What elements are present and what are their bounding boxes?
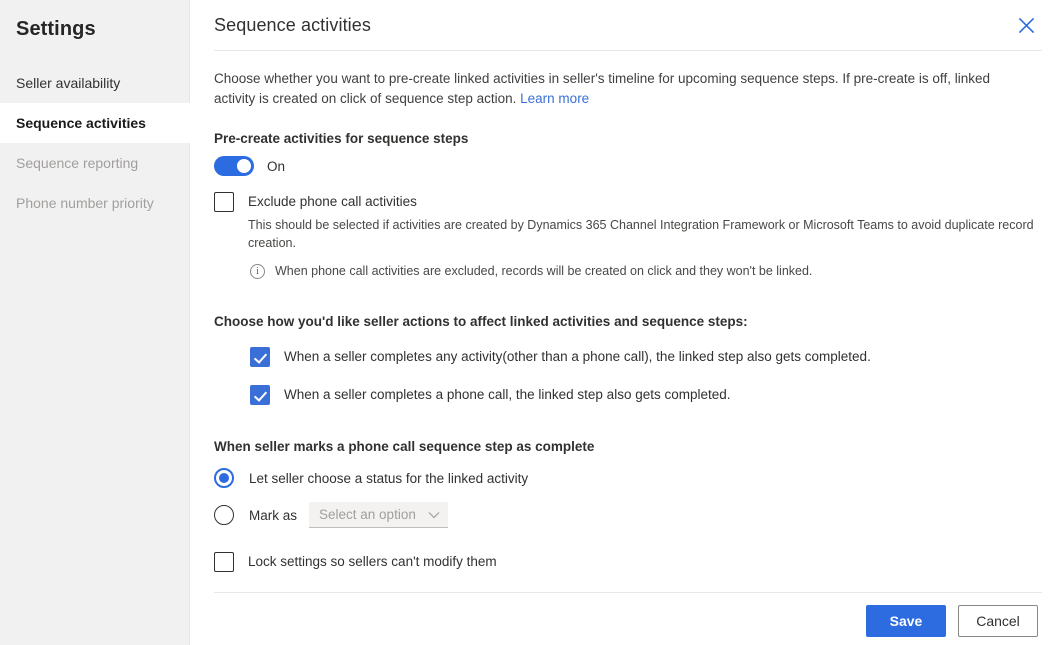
lock-settings-label: Lock settings so sellers can't modify th… [248,554,497,569]
panel-body: Choose whether you want to pre-create li… [190,69,1056,572]
precreate-toggle-row: On [214,156,1034,176]
dialog-footer: Save Cancel [866,605,1038,637]
seller-action-label: When a seller completes a phone call, th… [284,387,731,402]
sidebar-item-phone-number-priority[interactable]: Phone number priority [0,183,189,223]
seller-action-checkbox-phone-call[interactable] [250,385,270,405]
sidebar-nav-list: Seller availability Sequence activities … [0,63,190,223]
lock-settings-checkbox[interactable] [214,552,234,572]
sidebar-item-seller-availability[interactable]: Seller availability [0,63,189,103]
close-button[interactable] [1010,9,1042,41]
mark-as-dropdown-value: Select an option [319,507,416,522]
precreate-label: Pre-create activities for sequence steps [214,131,469,146]
radio-row-mark-as: Mark as Select an option [214,502,1034,528]
exclude-phone-call-block: Exclude phone call activities This shoul… [214,192,1034,280]
settings-dialog: Settings Seller availability Sequence ac… [0,0,1056,645]
page-title: Sequence activities [214,14,371,35]
sidebar-item-label: Sequence reporting [16,155,139,171]
save-button[interactable]: Save [866,605,946,637]
header-divider [214,50,1042,51]
exclude-phone-call-label: Exclude phone call activities [248,194,417,209]
radio-let-seller-choose[interactable] [214,468,234,488]
sidebar-item-label: Seller availability [16,75,121,91]
sidebar-item-sequence-activities[interactable]: Sequence activities [0,103,190,143]
precreate-toggle-label: On [267,158,286,174]
toggle-knob [237,159,251,173]
panel-description: Choose whether you want to pre-create li… [214,69,1034,109]
radio-row-let-seller: Let seller choose a status for the linke… [214,468,1034,488]
cancel-button[interactable]: Cancel [958,605,1038,637]
sidebar-title: Settings [16,18,96,40]
seller-action-label: When a seller completes any activity(oth… [284,349,871,364]
phone-complete-heading: When seller marks a phone call sequence … [214,439,595,454]
exclude-phone-call-checkbox[interactable] [214,192,234,212]
radio-mark-as-label: Mark as [249,507,298,523]
sidebar-item-label: Phone number priority [16,195,154,211]
seller-actions-heading: Choose how you'd like seller actions to … [214,314,748,329]
mark-as-dropdown[interactable]: Select an option [309,502,448,528]
learn-more-link[interactable]: Learn more [520,91,589,106]
lock-settings-row: Lock settings so sellers can't modify th… [214,552,1034,572]
seller-action-checkbox-any-activity[interactable] [250,347,270,367]
panel-header: Sequence activities [190,0,1056,50]
sidebar-item-label: Sequence activities [16,115,146,131]
close-icon [1018,17,1034,33]
footer-divider [214,592,1042,593]
exclude-info-row: i When phone call activities are exclude… [250,262,1034,280]
radio-let-seller-label: Let seller choose a status for the linke… [249,470,529,486]
sidebar-item-sequence-reporting[interactable]: Sequence reporting [0,143,189,183]
precreate-toggle[interactable] [214,156,254,176]
seller-action-option-2: When a seller completes a phone call, th… [250,385,1034,405]
exclude-phone-call-row: Exclude phone call activities [214,192,1034,212]
settings-content: Sequence activities Choose whether you w… [190,0,1056,645]
radio-mark-as[interactable] [214,505,234,525]
info-icon: i [250,264,265,279]
exclude-phone-call-description: This should be selected if activities ar… [248,218,1034,250]
chevron-down-icon [428,511,440,519]
seller-action-option-1: When a seller completes any activity(oth… [250,347,1034,367]
exclude-info-text: When phone call activities are excluded,… [275,264,813,278]
settings-sidebar: Settings Seller availability Sequence ac… [0,0,190,645]
panel-description-text: Choose whether you want to pre-create li… [214,71,990,106]
